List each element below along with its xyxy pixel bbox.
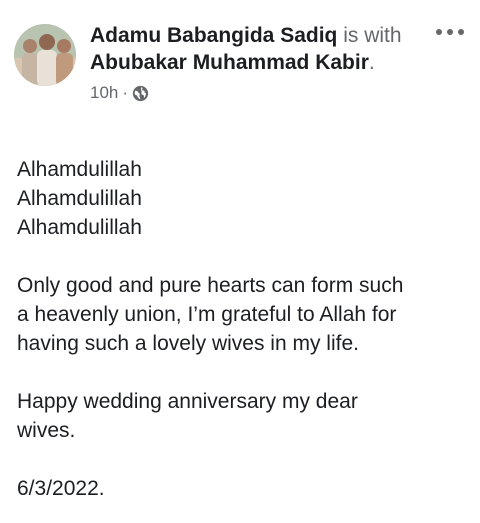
tagged-user-link[interactable]: Abubakar Muhammad Kabir (90, 51, 369, 74)
post-text-line: wives. (17, 419, 76, 442)
author-avatar[interactable] (14, 24, 76, 86)
post-text-line: Alhamdulillah (17, 187, 142, 210)
actor-line: Adamu Babangida Sadiq is with Abubakar M… (90, 22, 410, 76)
post-text-line: a heavenly union, I’m grateful to Allah … (17, 303, 397, 326)
post-text-line: Alhamdulillah (17, 158, 142, 181)
connector-text: is with (343, 24, 402, 47)
post-date: 6/3/2022. (17, 477, 105, 500)
globe-icon[interactable] (132, 85, 149, 102)
facebook-post: Adamu Babangida Sadiq is with Abubakar M… (0, 0, 480, 523)
more-options-icon[interactable] (436, 24, 464, 40)
author-name-link[interactable]: Adamu Babangida Sadiq (90, 24, 337, 47)
post-header: Adamu Babangida Sadiq is with Abubakar M… (14, 22, 466, 142)
post-text-line: Happy wedding anniversary my dear (17, 390, 358, 413)
terminator-text: . (368, 51, 375, 74)
separator-dot: · (122, 83, 129, 102)
timestamp-link[interactable]: 10h (90, 82, 118, 104)
post-meta: Adamu Babangida Sadiq is with Abubakar M… (90, 22, 410, 104)
post-text-line: Alhamdulillah (17, 216, 142, 239)
more-dot (447, 29, 453, 35)
post-text-line: Only good and pure hearts can form such (17, 274, 404, 297)
more-dot (436, 29, 442, 35)
more-dot (458, 29, 464, 35)
post-body: Alhamdulillah Alhamdulillah Alhamdulilla… (17, 155, 467, 503)
avatar-image (14, 24, 76, 86)
post-text-line: having such a lovely wives in my life. (17, 332, 359, 355)
post-subline: 10h · (90, 82, 410, 104)
